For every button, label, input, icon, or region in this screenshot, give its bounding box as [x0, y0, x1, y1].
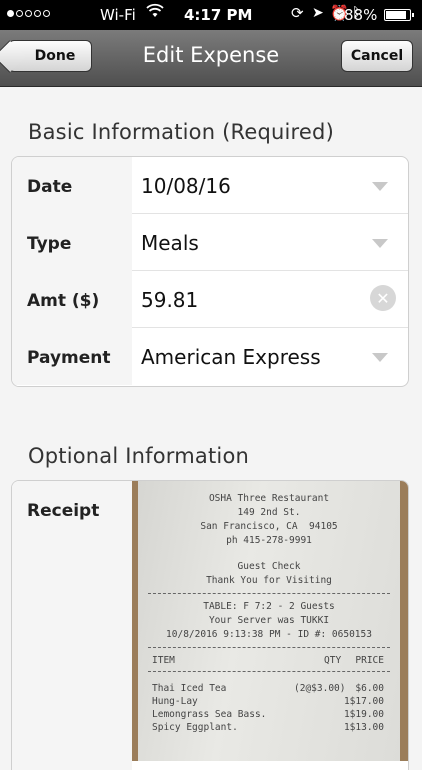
navigation-bar: Done Edit Expense Cancel: [0, 30, 422, 87]
type-value[interactable]: Meals: [141, 231, 199, 255]
wifi-icon: [146, 3, 164, 23]
battery-percent: 88%: [344, 6, 378, 24]
receipt-city: San Francisco, CA 94105: [200, 521, 338, 532]
receipt-item-price: $6.00: [355, 683, 384, 694]
receipt-col-price: PRICE: [355, 655, 384, 666]
receipt-address: 149 2nd St.: [237, 507, 301, 518]
carrier-label: Wi-Fi: [100, 6, 136, 24]
payment-label: Payment: [27, 348, 111, 368]
receipt-item-name: Spicy Eggplant.: [152, 722, 238, 733]
payment-row[interactable]: Payment American Express: [12, 328, 408, 386]
amount-label: Amt ($): [27, 291, 100, 311]
basic-section-title: Basic Information (Required): [28, 120, 334, 144]
cancel-button[interactable]: Cancel: [341, 40, 413, 72]
type-dropdown-icon[interactable]: [372, 239, 388, 248]
receipt-item-price: $19.00: [349, 709, 384, 720]
receipt-photo[interactable]: OSHA Three Restaurant 149 2nd St. San Fr…: [132, 481, 408, 761]
type-row[interactable]: Type Meals: [12, 214, 408, 272]
date-dropdown-icon[interactable]: [372, 182, 388, 191]
optional-info-card: Receipt OSHA Three Restaurant 149 2nd St…: [11, 480, 409, 770]
orientation-lock-icon: ⟳: [291, 4, 304, 22]
receipt-item-price: $13.00: [349, 722, 384, 733]
receipt-restaurant: OSHA Three Restaurant: [208, 493, 330, 504]
receipt-server: Your Server was TUKKI: [208, 615, 330, 626]
payment-value[interactable]: American Express: [141, 345, 321, 369]
receipt-label: Receipt: [27, 501, 100, 521]
date-value[interactable]: 10/08/16: [141, 174, 231, 198]
battery-icon: [384, 9, 414, 21]
receipt-item-name: Thai Iced Tea: [152, 683, 227, 694]
type-label: Type: [27, 234, 72, 254]
receipt-phone: ph 415-278-9991: [226, 535, 312, 546]
receipt-table: TABLE: F 7:2 - 2 Guests: [203, 601, 335, 612]
receipt-col-qty: QTY: [324, 655, 342, 666]
receipt-item-qty: (2@$3.00): [294, 683, 346, 694]
clear-amount-icon[interactable]: ✕: [370, 285, 396, 311]
done-button-label: Done: [34, 48, 76, 64]
amount-row[interactable]: Amt ($) 59.81 ✕: [12, 271, 408, 329]
clock-time: 4:17 PM: [184, 6, 253, 24]
date-row[interactable]: Date 10/08/16: [12, 157, 408, 215]
receipt-col-item: ITEM: [152, 655, 175, 666]
status-bar: Wi-Fi 4:17 PM ⟳ ➤ ⏰ ᛒ 88%: [0, 0, 422, 30]
basic-info-card: Date 10/08/16 Type Meals Amt ($) 59.81 ✕…: [11, 156, 409, 387]
signal-strength-icon: [7, 10, 52, 28]
receipt-item-price: $17.00: [349, 696, 384, 707]
receipt-item-name: Hung-Lay: [152, 696, 198, 707]
amount-field[interactable]: 59.81: [141, 288, 198, 312]
location-icon: ➤: [312, 5, 324, 21]
receipt-datetime: 10/8/2016 9:13:38 PM - ID #: 0650153: [166, 629, 372, 640]
receipt-thanks: Thank You for Visiting: [206, 575, 332, 586]
optional-section-title: Optional Information: [28, 444, 250, 468]
receipt-paper: OSHA Three Restaurant 149 2nd St. San Fr…: [138, 481, 400, 761]
payment-dropdown-icon[interactable]: [372, 353, 388, 362]
receipt-guest-check: Guest Check: [237, 561, 301, 572]
date-label: Date: [27, 177, 73, 197]
receipt-item-name: Lemongrass Sea Bass.: [152, 709, 267, 720]
